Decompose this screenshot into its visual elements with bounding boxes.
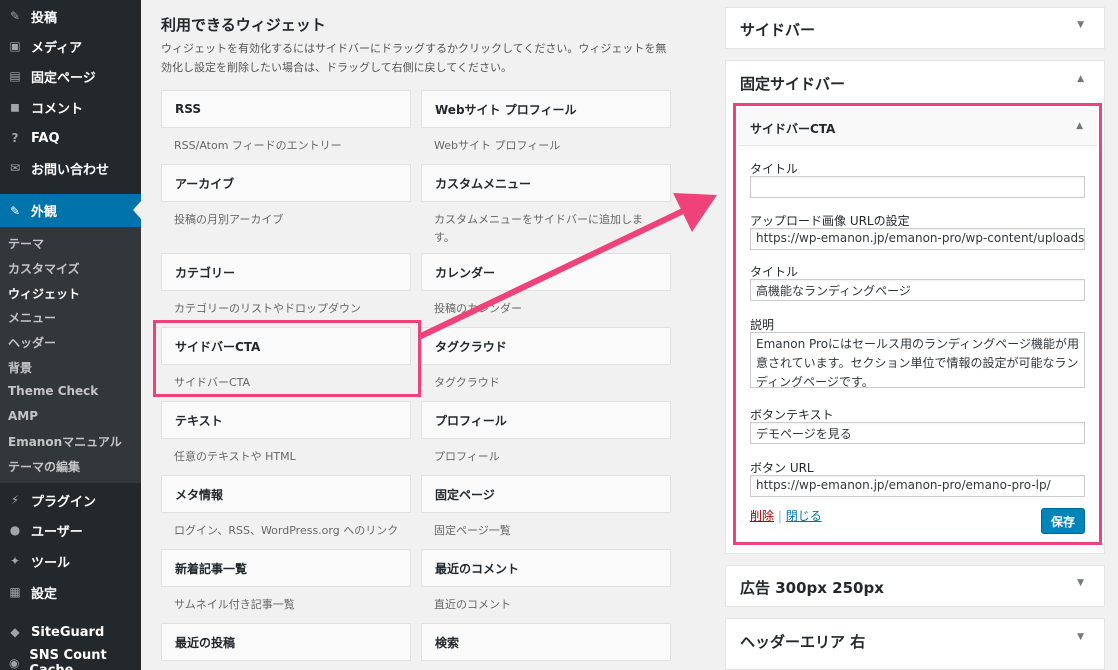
annotation-arrow: [418, 193, 717, 339]
arrow-shaft: [418, 208, 686, 339]
